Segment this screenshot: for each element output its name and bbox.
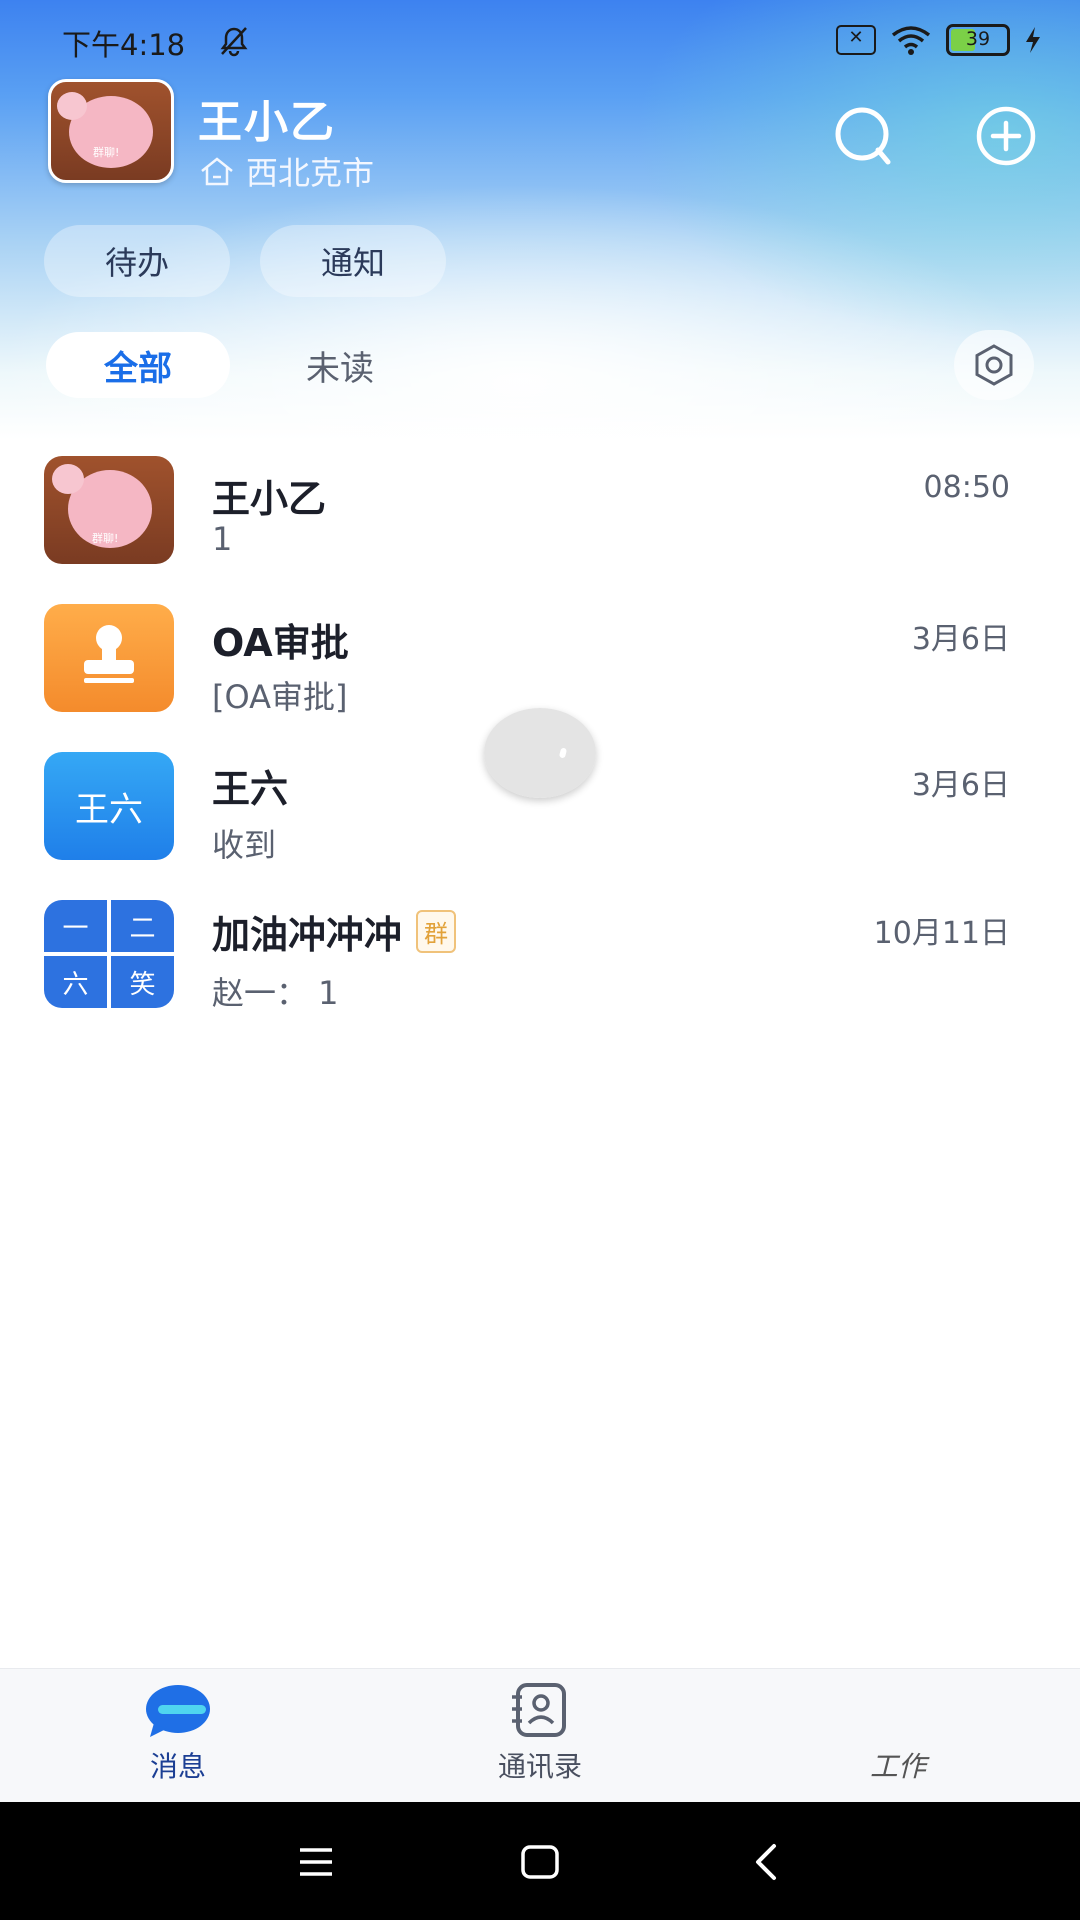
home-square-icon[interactable]: [510, 1832, 570, 1892]
charging-icon: [1026, 27, 1040, 53]
message-bubble-icon: [146, 1685, 210, 1737]
profile-name[interactable]: 王小乙: [198, 86, 336, 150]
location-label: 西北克市: [246, 154, 375, 192]
conversation-time: 3月6日: [911, 622, 1010, 657]
conversation-title: OA审批: [212, 621, 349, 665]
status-time: 下午4:18: [62, 28, 186, 62]
battery-icon: 39: [946, 24, 1010, 56]
conversation-title-row: 加油冲冲冲 群: [212, 904, 457, 959]
bell-muted-icon: [220, 27, 248, 57]
avatar-cell: 六: [44, 956, 107, 1008]
contacts-book-icon: [512, 1683, 566, 1737]
floating-assistant-ball[interactable]: [484, 708, 596, 798]
conversation-preview: 收到: [212, 826, 277, 864]
avatar-cell: 二: [111, 900, 174, 952]
conversation-time: 3月6日: [911, 768, 1010, 803]
nav-contacts-label: 通讯录: [497, 1750, 582, 1783]
wifi-icon: [891, 26, 931, 55]
avatar-caption: 群聊!: [93, 146, 120, 159]
conversation-time: 10月11日: [873, 916, 1010, 951]
avatar: 王六: [44, 752, 174, 860]
nav-messages[interactable]: 消息: [78, 1669, 278, 1803]
nav-work-label: 工作: [869, 1750, 926, 1783]
nav-contacts[interactable]: 通讯录: [440, 1669, 640, 1803]
todo-button[interactable]: 待办: [44, 225, 230, 297]
nav-messages-label: 消息: [149, 1750, 206, 1783]
group-avatar: 一 二 六 笑: [44, 900, 174, 1008]
status-bar: 下午4:18 ✕ 39: [0, 0, 1080, 84]
avatar-caption: 群聊!: [92, 532, 119, 545]
conversation-preview: 1: [212, 520, 233, 558]
conversation-title: 加油冲冲冲: [212, 913, 403, 957]
conversation-preview: [OA审批]: [212, 678, 348, 716]
conversation-preview: 赵一： 1: [212, 974, 339, 1012]
conversation-time: 08:50: [923, 470, 1010, 505]
system-nav-bar: [0, 1802, 1080, 1920]
nav-work[interactable]: 工作: [798, 1669, 998, 1803]
profile-location[interactable]: 西北克市: [198, 148, 374, 194]
hexagon-settings-icon: [975, 344, 1013, 386]
oa-approval-avatar: [44, 604, 174, 712]
add-circle-icon[interactable]: [974, 104, 1038, 168]
menu-icon[interactable]: [286, 1832, 346, 1892]
search-icon[interactable]: [832, 104, 896, 168]
list-item[interactable]: 一 二 六 笑 加油冲冲冲 群 赵一： 1 10月11日: [0, 900, 1080, 1040]
user-avatar[interactable]: 群聊!: [48, 79, 174, 183]
filter-settings-button[interactable]: [954, 330, 1034, 400]
tab-unread[interactable]: 未读: [260, 332, 420, 398]
home-icon: [201, 157, 233, 186]
conversation-title: 王小乙: [212, 477, 327, 521]
back-icon[interactable]: [738, 1832, 798, 1892]
sim-off-icon: ✕: [836, 25, 876, 55]
conversation-title: 王六: [212, 767, 289, 811]
notice-button[interactable]: 通知: [260, 225, 446, 297]
group-badge: 群: [416, 910, 457, 953]
tab-all[interactable]: 全部: [46, 332, 230, 398]
bottom-nav: 消息 通讯录 工作: [0, 1668, 1080, 1803]
avatar-cell: 一: [44, 900, 107, 952]
avatar: 群聊!: [44, 456, 174, 564]
list-item[interactable]: 群聊! 王小乙 1 08:50: [0, 456, 1080, 596]
avatar-cell: 笑: [111, 956, 174, 1008]
stamp-icon: [84, 625, 134, 683]
